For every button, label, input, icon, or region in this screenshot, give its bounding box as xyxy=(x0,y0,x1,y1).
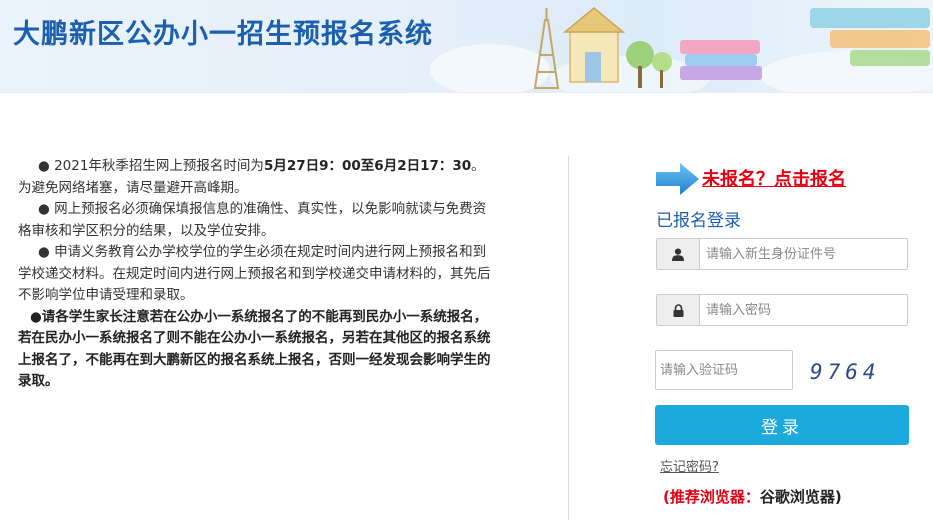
column-divider xyxy=(568,156,569,520)
captcha-input[interactable] xyxy=(655,350,793,390)
password-field xyxy=(656,294,908,326)
lock-icon xyxy=(657,295,700,325)
page-title: 大鹏新区公办小一招生预报名系统 xyxy=(13,19,433,50)
captcha-image[interactable]: 9764 xyxy=(810,360,881,384)
login-title: 已报名登录 xyxy=(656,211,741,231)
notice-item-time: ● 2021年秋季招生网上预报名时间为5月27日9：00至6月2日17：30。为… xyxy=(18,158,485,196)
notice-item-deadline: ● 申请义务教育公办学校学位的学生必须在规定时间内进行网上预报名和到学校递交材料… xyxy=(18,244,491,303)
book-stack-icon xyxy=(680,40,762,80)
enrollment-period: 5月27日9：00至6月2日17：30 xyxy=(263,158,472,174)
notice-panel: ● 2021年秋季招生网上预报名时间为5月27日9：00至6月2日17：30。为… xyxy=(18,156,496,393)
id-number-input[interactable] xyxy=(700,239,907,269)
browser-recommendation: (推荐浏览器：谷歌浏览器) xyxy=(663,488,842,506)
arrow-right-icon xyxy=(656,163,699,195)
login-button[interactable]: 登录 xyxy=(655,405,909,445)
header-banner: 大鹏新区公办小一招生预报名系统 xyxy=(0,0,933,93)
password-input[interactable] xyxy=(700,295,907,325)
banner-illustration xyxy=(430,7,933,92)
id-number-field xyxy=(656,238,908,270)
notice-item-accuracy: ● 网上预报名必须确保填报信息的准确性、真实性，以免影响就读与免费资格审核和学区… xyxy=(18,201,487,239)
register-link[interactable]: 未报名？点击报名 xyxy=(702,165,846,191)
user-icon xyxy=(657,239,700,269)
forgot-password-link[interactable]: 忘记密码? xyxy=(660,456,719,475)
notice-item-warning: ●请各学生家长注意若在公办小一系统报名了的不能再到民办小一系统报名，若在民办小一… xyxy=(18,308,491,390)
book-house-icon xyxy=(562,7,626,83)
